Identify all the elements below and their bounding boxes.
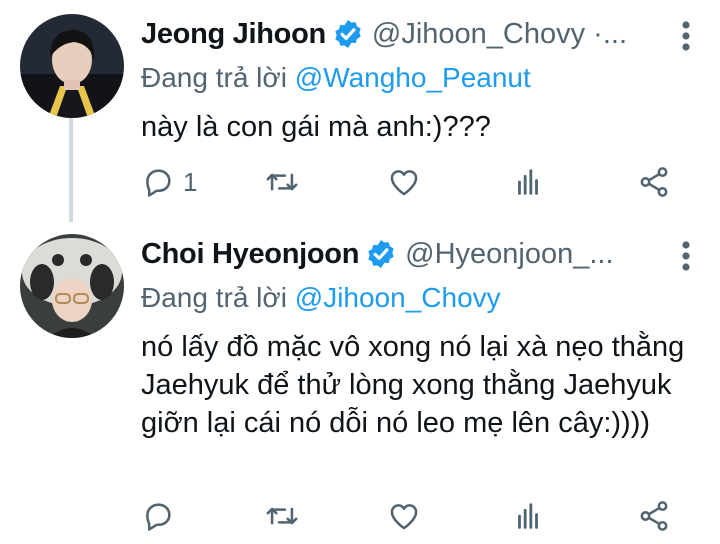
analytics-button[interactable] — [511, 162, 545, 202]
tweet-text: này là con gái mà anh:)??? — [141, 111, 491, 143]
display-name[interactable]: Choi Hyeonjoon — [141, 238, 359, 271]
share-icon — [640, 501, 668, 531]
mention-link[interactable]: @Jihoon_Chovy — [295, 282, 501, 313]
like-button[interactable] — [387, 162, 421, 202]
analytics-button[interactable] — [511, 496, 545, 536]
analytics-icon — [518, 503, 538, 529]
tweet-text: nó lấy đồ mặc vô xong nó lại xà nẹo thằn… — [141, 331, 685, 439]
share-button[interactable] — [637, 496, 671, 536]
reply-button[interactable] — [141, 496, 183, 536]
more-options-icon[interactable] — [680, 20, 692, 52]
verified-badge-icon — [365, 238, 397, 270]
like-icon — [390, 504, 418, 530]
mention-link[interactable]: @Wangho_Peanut — [295, 62, 531, 93]
retweet-button[interactable] — [265, 496, 299, 536]
share-button[interactable] — [637, 162, 671, 202]
verified-badge-icon — [332, 18, 364, 50]
retweet-button[interactable] — [265, 162, 299, 202]
like-button[interactable] — [387, 496, 421, 536]
thread-line — [69, 118, 73, 222]
reply-icon — [146, 169, 171, 197]
replying-to: Đang trả lời @Wangho_Peanut — [141, 58, 720, 98]
avatar[interactable] — [20, 14, 124, 118]
retweet-icon — [266, 173, 298, 191]
action-bar — [141, 496, 681, 536]
like-icon — [390, 170, 418, 196]
replying-prefix: Đang trả lời — [141, 62, 295, 93]
retweet-icon — [266, 507, 298, 525]
handle[interactable]: @Hyeonjoon_... — [405, 238, 613, 271]
analytics-icon — [518, 169, 538, 195]
display-name[interactable]: Jeong Jihoon — [141, 18, 326, 51]
handle[interactable]: @Jihoon_Chovy ·... — [372, 18, 627, 51]
action-bar: 1 — [141, 162, 681, 202]
share-icon — [640, 167, 668, 197]
replying-prefix: Đang trả lời — [141, 282, 295, 313]
reply-count: 1 — [183, 166, 198, 197]
replying-to: Đang trả lời @Jihoon_Chovy — [141, 278, 720, 318]
more-options-icon[interactable] — [680, 240, 692, 272]
reply-icon — [146, 503, 171, 531]
reply-button[interactable]: 1 — [141, 162, 197, 202]
avatar[interactable] — [20, 234, 124, 338]
